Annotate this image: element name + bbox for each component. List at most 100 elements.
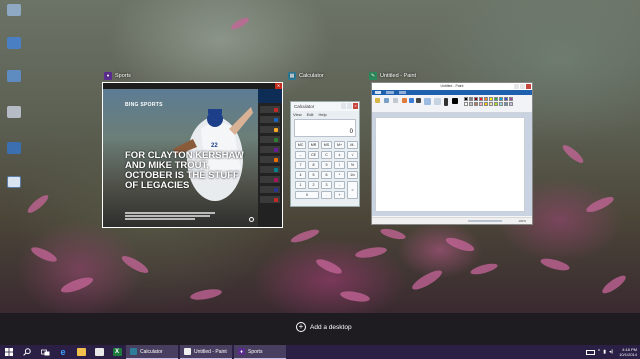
score-row[interactable] [260, 126, 280, 133]
calc-key[interactable]: 3 [321, 181, 332, 189]
shapes-icon[interactable] [434, 98, 441, 105]
taskbar-app-calculator[interactable]: Calculator [126, 345, 178, 359]
volume-icon[interactable]: ◂) [609, 349, 613, 355]
maximize-icon[interactable] [520, 84, 525, 89]
color-swatch[interactable] [499, 102, 503, 106]
calculator-thumb-header[interactable]: ▦ Calculator [288, 70, 324, 82]
desktop-icon-shortcut[interactable] [3, 176, 25, 189]
info-icon[interactable] [249, 217, 254, 222]
task-view-button[interactable] [36, 345, 54, 359]
color-swatch[interactable] [469, 97, 473, 101]
score-row[interactable] [260, 116, 280, 123]
color-swatch[interactable] [504, 97, 508, 101]
crop-icon[interactable] [393, 98, 398, 103]
color-1-icon[interactable] [452, 98, 458, 104]
taskbar-app-paint[interactable]: Untitled - Paint [180, 345, 232, 359]
select-icon[interactable] [384, 98, 389, 103]
zoom-slider[interactable] [468, 220, 502, 222]
paint-thumb-header[interactable]: ✎ Untitled - Paint [369, 70, 416, 82]
taskbar-file-explorer[interactable] [72, 345, 90, 359]
color-swatch[interactable] [509, 97, 513, 101]
color-swatch[interactable] [494, 102, 498, 106]
add-desktop-button[interactable]: + Add a desktop [296, 322, 352, 332]
article-headline[interactable]: FOR CLAYTON KERSHAW AND MIKE TROUT, OCTO… [125, 151, 245, 191]
paste-icon[interactable] [375, 98, 380, 103]
brushes-icon[interactable] [424, 98, 431, 105]
calc-key[interactable]: MS [321, 141, 332, 149]
color-swatch[interactable] [474, 102, 478, 106]
calc-key[interactable]: . [321, 191, 332, 199]
color-swatch[interactable] [464, 102, 468, 106]
color-swatch[interactable] [509, 102, 513, 106]
close-icon[interactable]: × [353, 103, 358, 109]
pencil-icon[interactable] [402, 98, 407, 103]
calc-key[interactable]: = [347, 181, 358, 199]
color-swatch[interactable] [479, 97, 483, 101]
taskbar-excel[interactable]: X [108, 345, 126, 359]
desktop-icon-network[interactable] [3, 70, 25, 83]
calc-key[interactable]: - [334, 181, 345, 189]
color-swatch[interactable] [504, 102, 508, 106]
show-hidden-icons[interactable]: ^ [598, 349, 600, 355]
taskbar-app-sports[interactable]: ♦ Sports [234, 345, 286, 359]
paint-window-thumbnail[interactable]: Untitled - Paint 100% [371, 82, 533, 225]
calc-key[interactable]: MC [295, 141, 306, 149]
sports-window-thumbnail[interactable]: ✕ BING SPORTS 22 FOR CLAYTON KERSHAW AND… [102, 82, 283, 228]
calc-key[interactable]: * [334, 171, 345, 179]
calc-key[interactable]: ± [334, 151, 345, 159]
color-swatch[interactable] [469, 102, 473, 106]
color-swatch[interactable] [489, 97, 493, 101]
calc-key[interactable]: 5 [308, 171, 319, 179]
calc-key[interactable]: ← [295, 151, 306, 159]
sports-thumb-header[interactable]: ♦ Sports [104, 70, 131, 82]
tab-file[interactable] [375, 91, 381, 94]
score-row[interactable] [260, 166, 280, 173]
calc-key[interactable]: M+ [334, 141, 345, 149]
calc-key[interactable]: MR [308, 141, 319, 149]
minimize-icon[interactable] [341, 103, 346, 109]
color-swatch[interactable] [494, 97, 498, 101]
close-icon[interactable] [526, 84, 531, 89]
calc-key[interactable]: / [334, 161, 345, 169]
score-row[interactable] [260, 146, 280, 153]
calc-key[interactable]: 7 [295, 161, 306, 169]
calculator-window-thumbnail[interactable]: Calculator × View Edit Help 0 MC MR MS M+ M-… [290, 101, 360, 207]
minimize-icon[interactable] [514, 84, 519, 89]
score-row[interactable] [260, 136, 280, 143]
color-swatch[interactable] [484, 97, 488, 101]
score-row[interactable] [260, 156, 280, 163]
calc-key[interactable]: + [334, 191, 345, 199]
size-icon[interactable] [444, 98, 448, 106]
score-row[interactable] [260, 106, 280, 113]
menu-view[interactable]: View [293, 112, 302, 117]
calc-key[interactable]: 6 [321, 171, 332, 179]
tab-view[interactable] [399, 91, 406, 94]
search-button[interactable] [18, 345, 36, 359]
calc-key[interactable]: 4 [295, 171, 306, 179]
calc-key[interactable]: 1/x [347, 171, 358, 179]
calc-key[interactable]: M- [347, 141, 358, 149]
calc-key[interactable]: % [347, 161, 358, 169]
paint-canvas[interactable] [375, 117, 525, 212]
taskbar-internet-explorer[interactable]: e [54, 345, 72, 359]
keyboard-icon[interactable] [585, 349, 595, 355]
calc-key[interactable]: √ [347, 151, 358, 159]
calc-key[interactable]: 9 [321, 161, 332, 169]
maximize-icon[interactable] [347, 103, 352, 109]
desktop-icon-folder[interactable] [3, 142, 25, 155]
menu-edit[interactable]: Edit [307, 112, 314, 117]
desktop-icon-recycle-bin[interactable] [3, 4, 25, 17]
clock[interactable]: 4:18 PM 10/1/2014 [619, 347, 637, 357]
color-swatch[interactable] [499, 97, 503, 101]
color-swatch[interactable] [464, 97, 468, 101]
calc-key[interactable]: 0 [295, 191, 319, 199]
start-button[interactable] [0, 345, 18, 359]
color-swatch[interactable] [484, 102, 488, 106]
desktop-icon-trash[interactable] [3, 106, 25, 119]
color-swatch[interactable] [474, 97, 478, 101]
calc-key[interactable]: 1 [295, 181, 306, 189]
calc-key[interactable]: C [321, 151, 332, 159]
calc-key[interactable]: 2 [308, 181, 319, 189]
text-tool-icon[interactable] [416, 98, 421, 103]
menu-help[interactable]: Help [319, 112, 327, 117]
